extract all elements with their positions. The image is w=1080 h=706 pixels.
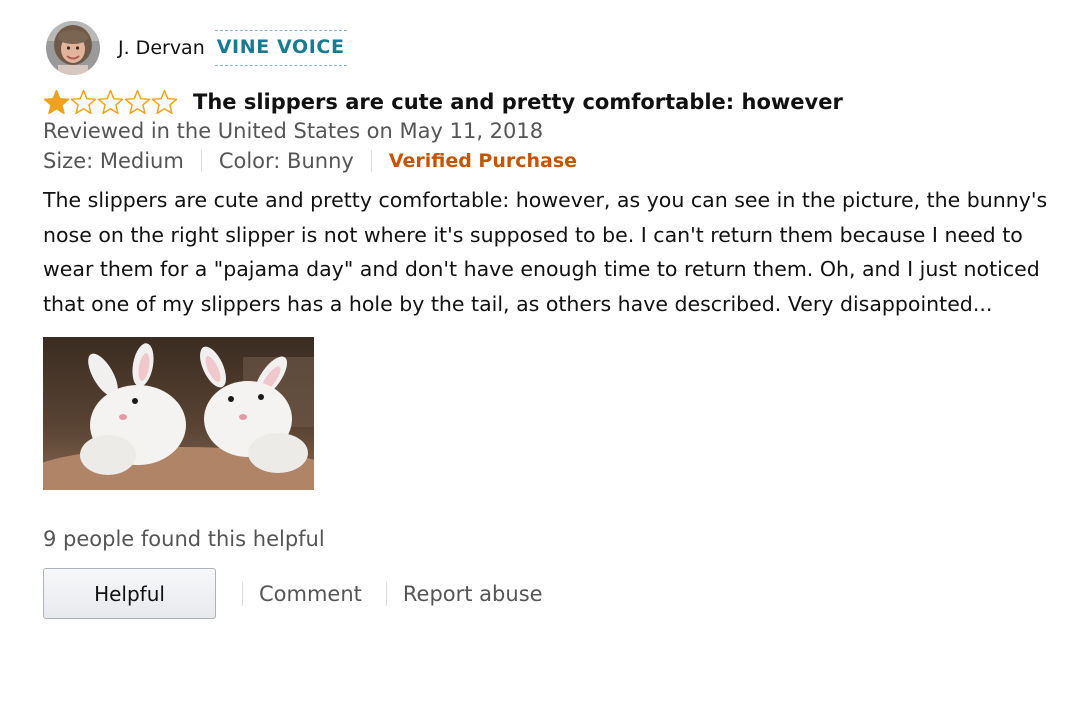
comment-link[interactable]: Comment xyxy=(259,582,362,606)
reviewer-profile: J. Dervan VINE VOICE xyxy=(43,20,1068,76)
star-empty-icon xyxy=(151,89,178,115)
bunny-slippers-photo xyxy=(43,337,314,490)
format-divider xyxy=(370,150,372,172)
star-filled-icon xyxy=(43,89,70,115)
customer-review: J. Dervan VINE VOICE The slippers are cu… xyxy=(43,20,1068,619)
star-empty-icon xyxy=(97,89,124,115)
action-divider xyxy=(385,581,387,606)
star-empty-icon xyxy=(70,89,97,115)
review-actions: Helpful Comment Report abuse xyxy=(43,568,1068,619)
avatar-photo-icon xyxy=(46,21,100,75)
action-divider xyxy=(242,581,243,606)
review-date: Reviewed in the United States on May 11,… xyxy=(43,119,544,143)
size-label[interactable]: Size: Medium xyxy=(43,149,184,173)
helpful-vote-count: 9 people found this helpful xyxy=(43,527,325,551)
review-title[interactable]: The slippers are cute and pretty comfort… xyxy=(193,90,843,114)
review-body: The slippers are cute and pretty comfort… xyxy=(43,188,1048,316)
color-label[interactable]: Color: Bunny xyxy=(219,149,354,173)
review-title-row: The slippers are cute and pretty comfort… xyxy=(43,87,1068,117)
report-abuse-link[interactable]: Report abuse xyxy=(403,582,543,606)
format-divider xyxy=(200,150,202,172)
helpful-button[interactable]: Helpful xyxy=(43,568,216,619)
star-empty-icon xyxy=(124,89,151,115)
star-rating[interactable] xyxy=(43,89,178,115)
reviewer-name[interactable]: J. Dervan xyxy=(118,37,205,59)
product-format-row: Size: Medium Color: Bunny Verified Purch… xyxy=(43,149,1068,173)
review-image-thumbnail[interactable] xyxy=(43,337,314,490)
vine-voice-badge[interactable]: VINE VOICE xyxy=(214,30,347,66)
reviewer-avatar[interactable] xyxy=(46,21,100,75)
verified-purchase-badge: Verified Purchase xyxy=(388,150,578,172)
